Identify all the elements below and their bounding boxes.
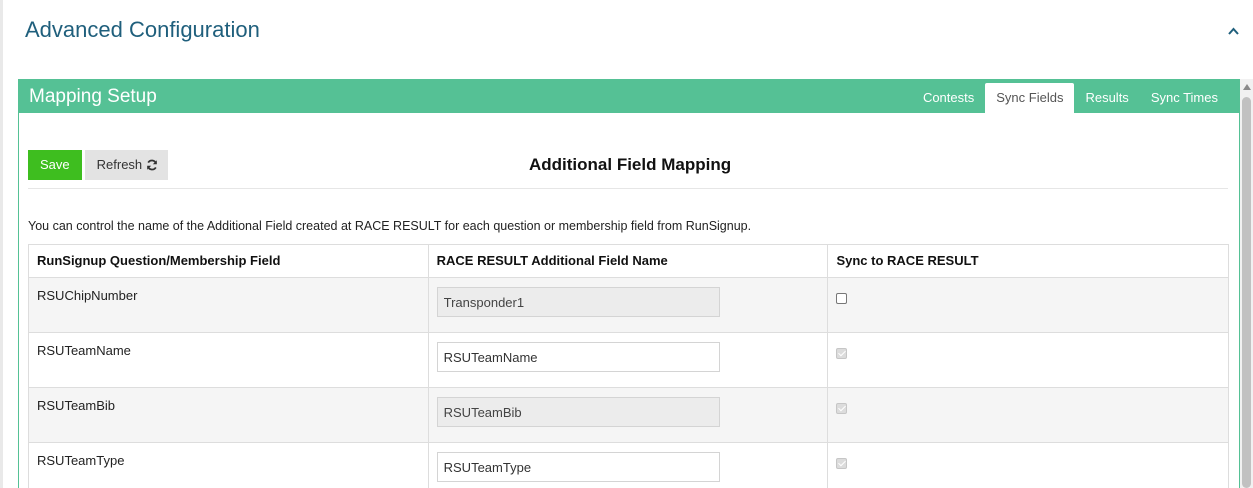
table-row: RSUTeamType <box>28 442 1229 488</box>
tab-results[interactable]: Results <box>1074 83 1139 113</box>
row-sync-cell <box>827 332 1229 388</box>
panel-header: Mapping Setup Contests Sync Fields Resul… <box>19 80 1239 113</box>
row-field-label: RSUTeamName <box>28 332 429 388</box>
panel-title: Mapping Setup <box>29 86 157 107</box>
scroll-thumb[interactable] <box>1242 97 1251 488</box>
vertical-scrollbar[interactable] <box>1240 79 1253 488</box>
save-button[interactable]: Save <box>28 150 82 180</box>
table-row: RSUTeamName <box>28 332 1229 388</box>
table-row: RSUChipNumber <box>28 277 1229 333</box>
table-row: RSUTeamBib <box>28 387 1229 443</box>
row-name-cell <box>427 277 829 333</box>
row-field-label: RSUTeamBib <box>28 387 429 443</box>
column-header-field-name: RACE RESULT Additional Field Name <box>427 244 829 278</box>
tab-sync-times[interactable]: Sync Times <box>1140 83 1229 113</box>
field-name-input[interactable] <box>436 452 720 482</box>
column-header-sync: Sync to RACE RESULT <box>827 244 1229 278</box>
section-title: Additional Field Mapping <box>529 155 732 174</box>
row-sync-cell <box>827 442 1229 488</box>
tab-contests[interactable]: Contests <box>912 83 985 113</box>
row-name-cell <box>427 387 829 443</box>
refresh-icon <box>147 159 158 171</box>
field-name-input <box>436 287 720 317</box>
toolbar: Save Refresh <box>28 150 169 180</box>
refresh-button[interactable]: Refresh <box>84 150 169 180</box>
tab-bar: Contests Sync Fields Results Sync Times <box>912 83 1229 113</box>
advanced-configuration-header[interactable]: Advanced Configuration <box>3 0 1253 62</box>
section-divider <box>28 188 1228 189</box>
field-name-input[interactable] <box>436 342 720 372</box>
column-header-question: RunSignup Question/Membership Field <box>28 244 429 278</box>
sync-checkbox <box>836 403 848 414</box>
sync-checkbox <box>836 458 848 469</box>
page-left-edge <box>0 0 3 488</box>
row-name-cell <box>427 332 829 388</box>
sync-checkbox[interactable] <box>836 293 848 304</box>
row-field-label: RSUTeamType <box>28 442 429 488</box>
table-header-row: RunSignup Question/Membership Field RACE… <box>28 244 1229 278</box>
chevron-up-icon[interactable] <box>1228 26 1239 37</box>
scroll-up-arrow-icon[interactable] <box>1243 84 1251 90</box>
advanced-configuration-title: Advanced Configuration <box>25 17 260 42</box>
row-sync-cell <box>827 387 1229 443</box>
row-field-label: RSUChipNumber <box>28 277 429 333</box>
refresh-button-label: Refresh <box>96 157 143 172</box>
row-sync-cell <box>827 277 1229 333</box>
field-name-input <box>436 397 720 427</box>
tab-sync-fields[interactable]: Sync Fields <box>985 83 1075 113</box>
row-name-cell <box>427 442 829 488</box>
sync-checkbox <box>836 348 848 359</box>
description-text: You can control the name of the Addition… <box>28 219 752 233</box>
field-mapping-table: RunSignup Question/Membership Field RACE… <box>28 244 1229 488</box>
